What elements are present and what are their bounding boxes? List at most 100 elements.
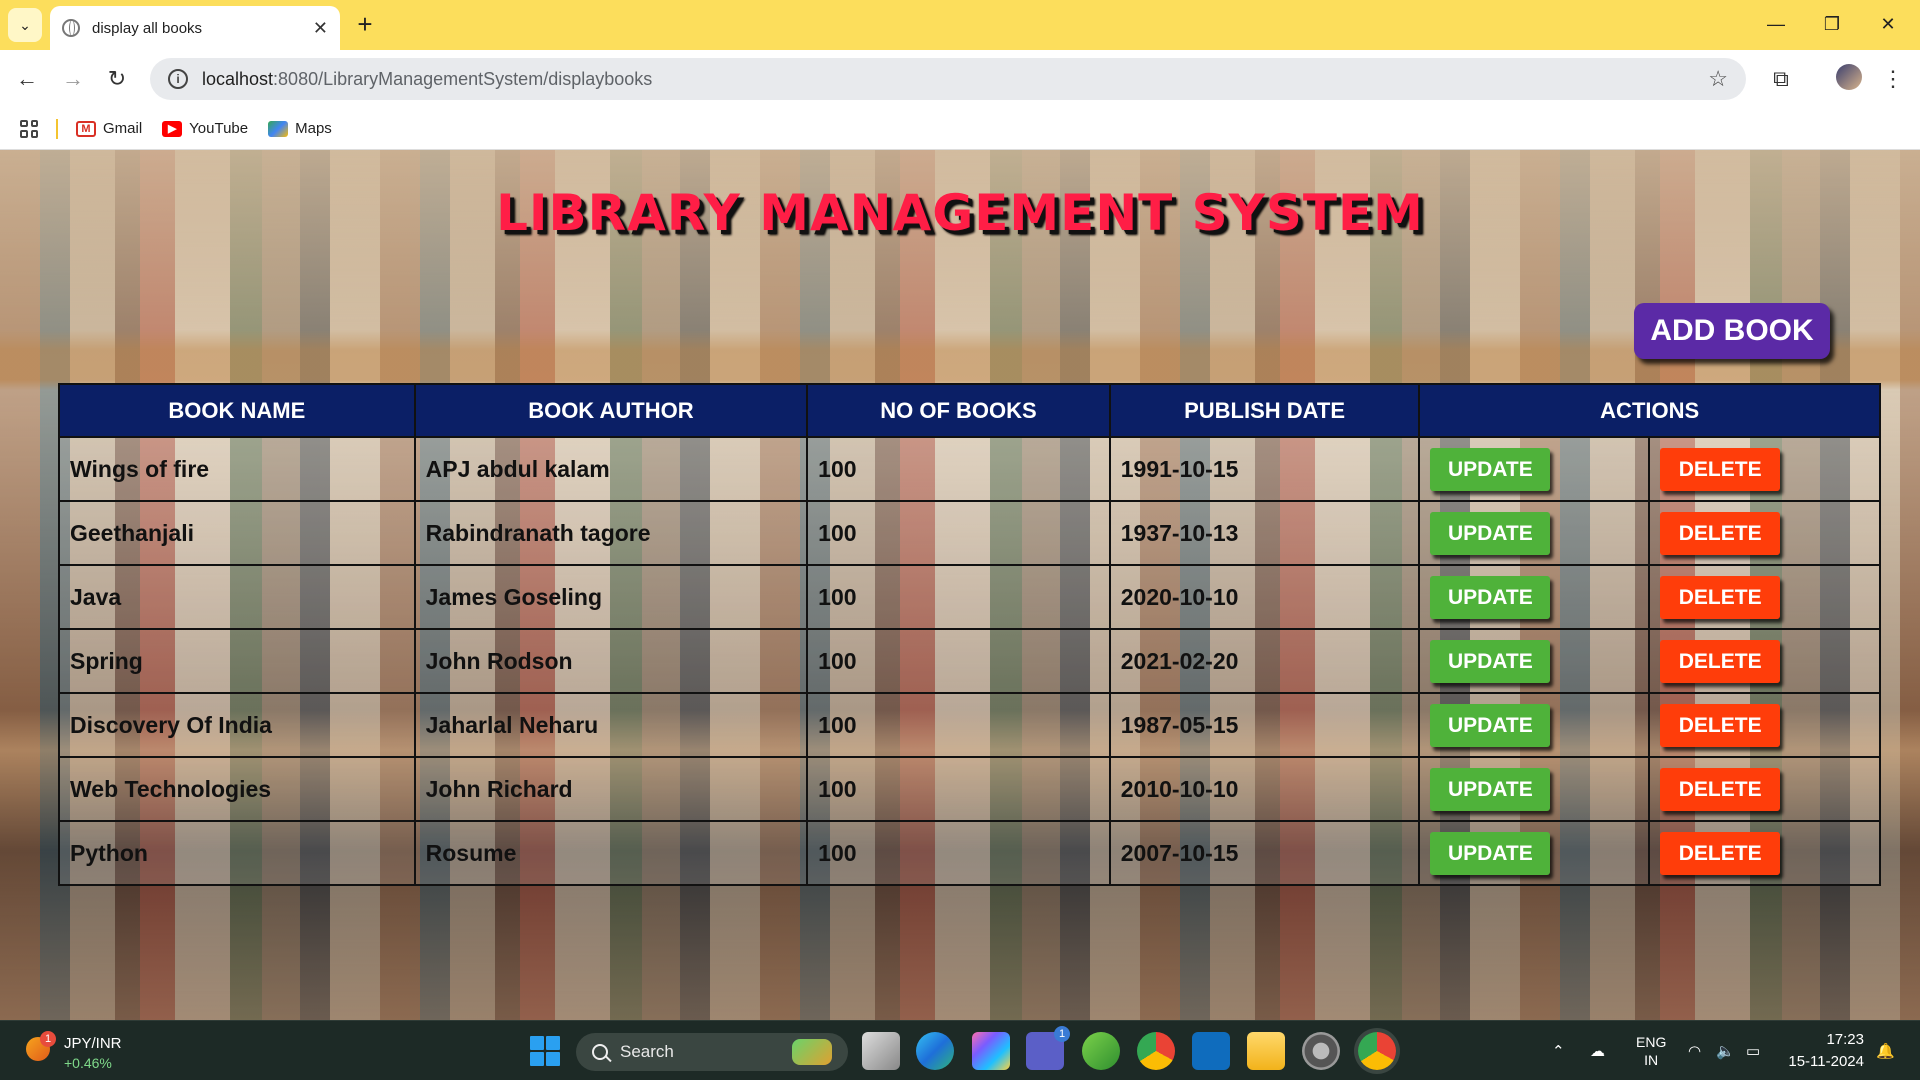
book-count: 100 xyxy=(806,820,1111,886)
back-button[interactable]: ← xyxy=(10,62,44,96)
forward-button[interactable]: → xyxy=(56,62,90,96)
book-date: 1991-10-15 xyxy=(1108,436,1421,502)
youtube-icon: ▶ xyxy=(162,120,183,137)
book-name: Web Technologies xyxy=(58,756,416,822)
battery-icon[interactable]: ▭ xyxy=(1746,1021,1760,1080)
onedrive-icon[interactable]: ☁ xyxy=(1590,1021,1605,1080)
book-count: 100 xyxy=(806,628,1111,694)
update-button[interactable]: UPDATE xyxy=(1430,639,1551,683)
menu-icon[interactable]: ⋮ xyxy=(1878,64,1908,94)
book-name: Java xyxy=(58,564,416,630)
book-author: Rabindranath tagore xyxy=(413,500,809,566)
search-icon xyxy=(592,1044,608,1060)
update-button[interactable]: UPDATE xyxy=(1430,575,1551,619)
add-book-button[interactable]: ADD BOOK xyxy=(1634,303,1830,359)
profile-avatar[interactable] xyxy=(1836,64,1862,90)
delete-button[interactable]: DELETE xyxy=(1660,511,1781,555)
book-name: Spring xyxy=(58,628,416,694)
settings-gear-icon[interactable] xyxy=(1302,1032,1340,1070)
edge-icon[interactable] xyxy=(916,1032,954,1070)
table-row: Wings of fire APJ abdul kalam 100 1991-1… xyxy=(58,436,1881,502)
url-text[interactable]: localhost:8080/LibraryManagementSystem/d… xyxy=(202,69,1708,90)
browser-tab[interactable]: display all books ✕ xyxy=(50,6,340,50)
bookmark-star-icon[interactable]: ☆ xyxy=(1708,66,1728,92)
chrome-icon[interactable] xyxy=(1137,1032,1175,1070)
col-actions: ACTIONS xyxy=(1418,383,1881,438)
browser-toolbar: ← → ↻ i localhost:8080/LibraryManagement… xyxy=(0,50,1920,108)
page-viewport: LIBRARY MANAGEMENT SYSTEM ADD BOOK BOOK … xyxy=(0,150,1920,1020)
col-no-of-books: NO OF BOOKS xyxy=(806,383,1111,438)
outlook-icon[interactable] xyxy=(1192,1032,1230,1070)
copilot-icon[interactable] xyxy=(972,1032,1010,1070)
book-author: John Richard xyxy=(413,756,809,822)
taskbar-search[interactable]: Search xyxy=(576,1033,848,1071)
book-date: 2021-02-20 xyxy=(1108,628,1421,694)
language-indicator[interactable]: ENG IN xyxy=(1636,1021,1666,1080)
windows-taskbar: 1 JPY/INR +0.46% Search 1 ⌃ ☁ ENG IN ◠ 🔈… xyxy=(0,1020,1920,1080)
delete-button[interactable]: DELETE xyxy=(1660,575,1781,619)
delete-button[interactable]: DELETE xyxy=(1660,447,1781,491)
bookmark-maps[interactable]: Maps xyxy=(268,120,332,137)
table-row: Java James Goseling 100 2020-10-10 UPDAT… xyxy=(58,564,1881,630)
table-row: Discovery Of India Jaharlal Neharu 100 1… xyxy=(58,692,1881,758)
update-cell: UPDATE xyxy=(1418,756,1651,822)
globe-icon xyxy=(62,19,80,37)
update-button[interactable]: UPDATE xyxy=(1430,703,1551,747)
delete-button[interactable]: DELETE xyxy=(1660,639,1781,683)
book-date: 2020-10-10 xyxy=(1108,564,1421,630)
bookmarks-bar: M Gmail ▶ YouTube Maps xyxy=(0,108,1920,150)
minimize-button[interactable]: — xyxy=(1756,8,1796,40)
update-button[interactable]: UPDATE xyxy=(1430,447,1551,491)
delete-cell: DELETE xyxy=(1648,564,1881,630)
books-table: BOOK NAME BOOK AUTHOR NO OF BOOKS PUBLIS… xyxy=(58,383,1881,886)
extensions-icon[interactable]: ⧉ xyxy=(1766,64,1796,94)
table-header-row: BOOK NAME BOOK AUTHOR NO OF BOOKS PUBLIS… xyxy=(58,383,1881,438)
delete-button[interactable]: DELETE xyxy=(1660,767,1781,811)
col-book-author: BOOK AUTHOR xyxy=(413,383,809,438)
bookmark-gmail[interactable]: M Gmail xyxy=(76,120,142,137)
start-button[interactable] xyxy=(526,1032,564,1070)
book-author: John Rodson xyxy=(413,628,809,694)
table-row: Python Rosume 100 2007-10-15 UPDATE DELE… xyxy=(58,820,1881,886)
volume-icon[interactable]: 🔈 xyxy=(1716,1021,1735,1080)
close-window-button[interactable]: ✕ xyxy=(1868,8,1908,40)
update-button[interactable]: UPDATE xyxy=(1430,511,1551,555)
site-info-icon[interactable]: i xyxy=(168,69,188,89)
apps-grid-icon[interactable] xyxy=(20,119,38,138)
tray-overflow-icon[interactable]: ⌃ xyxy=(1552,1021,1565,1080)
reload-button[interactable]: ↻ xyxy=(100,62,134,96)
update-cell: UPDATE xyxy=(1418,436,1651,502)
delete-cell: DELETE xyxy=(1648,628,1881,694)
wifi-icon[interactable]: ◠ xyxy=(1688,1021,1701,1080)
book-author: Jaharlal Neharu xyxy=(413,692,809,758)
book-author: James Goseling xyxy=(413,564,809,630)
new-tab-button[interactable]: + xyxy=(350,10,380,40)
delete-button[interactable]: DELETE xyxy=(1660,703,1781,747)
file-explorer-icon[interactable] xyxy=(1247,1032,1285,1070)
system-clock[interactable]: 17:23 15-11-2024 xyxy=(1784,1029,1864,1073)
delete-cell: DELETE xyxy=(1648,500,1881,566)
task-view-icon[interactable] xyxy=(862,1032,900,1070)
notification-icon[interactable]: 🔔 xyxy=(1876,1021,1895,1080)
search-label: Search xyxy=(620,1042,674,1061)
update-button[interactable]: UPDATE xyxy=(1430,831,1551,875)
update-button[interactable]: UPDATE xyxy=(1430,767,1551,811)
delete-cell: DELETE xyxy=(1648,436,1881,502)
chrome-active-icon[interactable] xyxy=(1358,1032,1396,1070)
restore-button[interactable]: ❐ xyxy=(1812,8,1852,40)
book-count: 100 xyxy=(806,564,1111,630)
address-bar[interactable]: i localhost:8080/LibraryManagementSystem… xyxy=(150,58,1746,100)
col-publish-date: PUBLISH DATE xyxy=(1108,383,1421,438)
book-author: APJ abdul kalam xyxy=(413,436,809,502)
delete-cell: DELETE xyxy=(1648,820,1881,886)
currency-widget[interactable]: 1 JPY/INR +0.46% xyxy=(22,1031,152,1073)
clock-date: 15-11-2024 xyxy=(1788,1053,1864,1070)
bookmark-youtube[interactable]: ▶ YouTube xyxy=(162,120,248,137)
teams-icon[interactable]: 1 xyxy=(1026,1026,1070,1070)
tab-search-button[interactable]: ⌄ xyxy=(8,8,42,42)
close-tab-icon[interactable]: ✕ xyxy=(313,18,328,39)
app-leaf-icon[interactable] xyxy=(1082,1032,1120,1070)
delete-button[interactable]: DELETE xyxy=(1660,831,1781,875)
book-date: 2007-10-15 xyxy=(1108,820,1421,886)
book-author: Rosume xyxy=(413,820,809,886)
